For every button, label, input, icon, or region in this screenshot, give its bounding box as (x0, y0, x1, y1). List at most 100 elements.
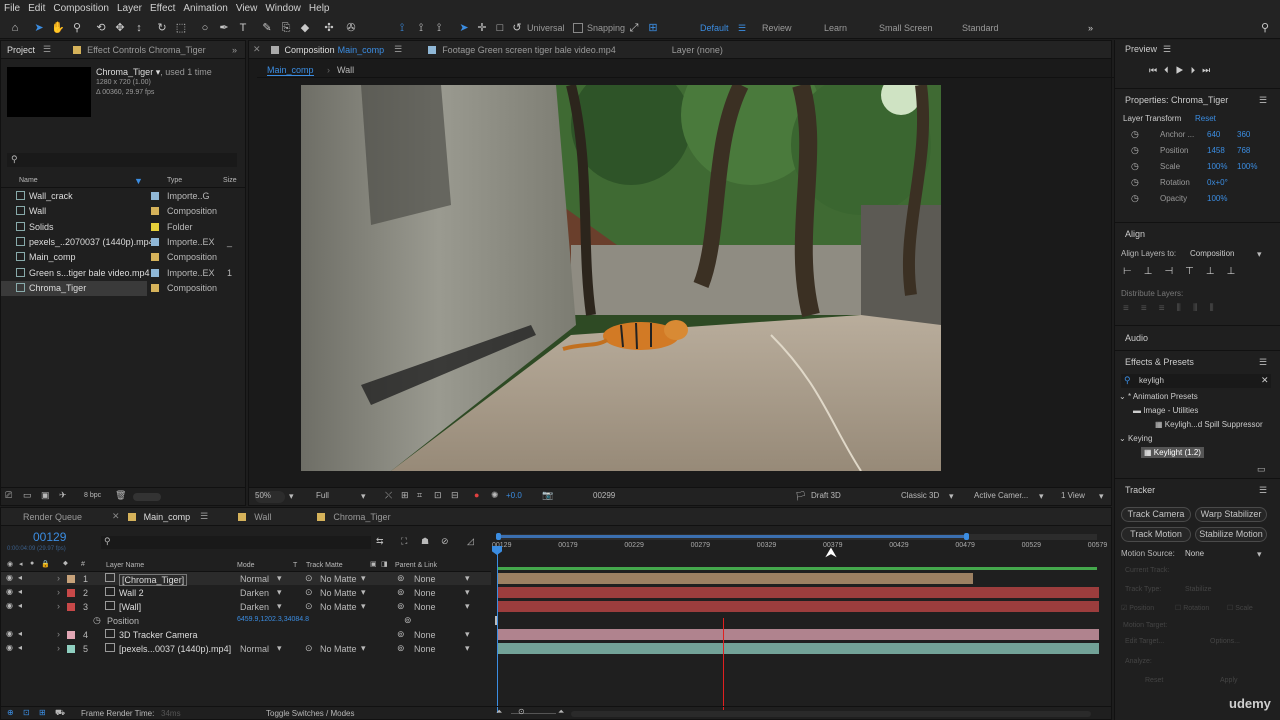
video-switch-icon[interactable]: ◉ (7, 560, 13, 568)
distribute-right-icon[interactable]: ⦀ (1209, 303, 1225, 314)
col-parent[interactable]: Parent & Link (395, 562, 437, 569)
prop-value-x[interactable]: 100% (1207, 162, 1227, 171)
dolly-camera-icon[interactable]: ↕ (132, 21, 146, 35)
distribute-bottom-icon[interactable]: ≡ (1159, 303, 1177, 314)
orbit-camera-icon[interactable]: ⟲ (94, 21, 108, 35)
col-size[interactable]: Size (223, 177, 237, 184)
distribute-top-icon[interactable]: ≡ (1123, 303, 1141, 314)
region-of-interest-icon[interactable]: ⊡ (434, 490, 442, 501)
eye-icon[interactable]: ◉ (6, 629, 13, 638)
menu-icon[interactable]: ☰ (43, 44, 51, 55)
layer-row[interactable]: ◉ ◂ › 1 [Chroma_Tiger] Normal ▾ ⊙ No Matte ▾ ⊚… (1, 572, 491, 586)
tab-render-queue[interactable]: Render Queue (23, 512, 82, 522)
project-scroll[interactable] (133, 493, 161, 501)
layer-parent[interactable]: None (414, 602, 436, 612)
3d-select-icon[interactable]: ➤ (457, 21, 471, 35)
stabilize-motion-button[interactable]: Stabilize Motion (1195, 527, 1267, 542)
menu-view[interactable]: View (236, 3, 258, 14)
distribute-vcenter-icon[interactable]: ≡ (1141, 303, 1159, 314)
pan-behind-icon[interactable]: ⬚ (174, 21, 188, 35)
project-item[interactable]: Main_comp Composition (1, 250, 245, 265)
close-tab-icon[interactable]: ✕ (112, 511, 120, 522)
search-help-icon[interactable]: ⚲ (1258, 21, 1272, 35)
layer-parent[interactable]: None (414, 588, 436, 598)
pan-camera-icon[interactable]: ✥ (113, 21, 127, 35)
matte-link-icon[interactable]: ⊙ (305, 643, 313, 654)
col-track-matte[interactable]: Track Matte (306, 562, 343, 569)
stopwatch-icon[interactable]: ◷ (93, 615, 101, 626)
reset-button[interactable]: Reset (1145, 677, 1163, 684)
workspace-small-screen[interactable]: Small Screen (879, 23, 933, 33)
prop-value-y[interactable]: 360 (1237, 130, 1250, 139)
tree-image-utilities[interactable]: ▬ Image - Utilities (1133, 406, 1198, 415)
stopwatch-icon[interactable]: ◷ (1131, 161, 1139, 172)
expand-arrow-icon[interactable]: › (57, 643, 60, 653)
rotate-tool-icon[interactable]: ↻ (155, 21, 169, 35)
reset-link[interactable]: Reset (1195, 114, 1216, 123)
layer-row[interactable]: ◉ ◂ › 4 3D Tracker Camera ⊚ None ▾ (1, 628, 491, 641)
tree-keylight-effect[interactable]: ▦ Keylight (1.2) (1141, 447, 1204, 458)
prop-value-x[interactable]: 0x+0° (1207, 178, 1228, 187)
zoom-out-icon[interactable]: ⏶ (496, 707, 502, 717)
last-frame-icon[interactable]: ⏭ (1202, 65, 1217, 75)
speaker-icon[interactable]: ◂ (18, 601, 22, 610)
views-select[interactable]: 1 View (1061, 491, 1085, 500)
camera-dropdown-icon[interactable]: ▾ (1039, 491, 1044, 502)
align-hcenter-icon[interactable]: ⊥ (1144, 266, 1165, 277)
properties-menu-icon[interactable]: ☰ (1259, 95, 1267, 106)
workspace-menu-icon[interactable]: ☰ (738, 23, 746, 34)
viewer-timecode[interactable]: 00299 (593, 491, 615, 500)
transparency-grid-icon[interactable]: ⊞ (401, 490, 409, 501)
effects-search-input[interactable]: ⚲ keyligh ✕ (1121, 374, 1271, 388)
clone-stamp-icon[interactable]: ⎘ (279, 21, 293, 35)
stopwatch-icon[interactable]: ◷ (1131, 177, 1139, 188)
expand-timing-icon[interactable]: ⊞ (39, 708, 46, 717)
renderer-dropdown-icon[interactable]: ▾ (949, 491, 954, 502)
lock-switch-icon[interactable]: 🔒 (41, 560, 50, 568)
snapshot-icon[interactable]: 📷 (542, 490, 553, 501)
menu-edit[interactable]: Edit (28, 3, 45, 14)
eye-icon[interactable]: ◉ (6, 601, 13, 610)
layer-parent[interactable]: None (414, 574, 436, 584)
prev-frame-icon[interactable]: ⏴ (1164, 65, 1176, 75)
apply-button[interactable]: Apply (1220, 677, 1238, 684)
tab-composition[interactable]: Composition (285, 45, 335, 55)
menu-help[interactable]: Help (309, 3, 330, 14)
color-management-icon[interactable]: ✺ (491, 490, 499, 501)
panel-overflow-icon[interactable]: » (232, 45, 237, 55)
render-time-icon[interactable]: ⛟ (55, 708, 65, 718)
position-pickwhip-icon[interactable]: ⊚ (404, 615, 412, 626)
parent-pickwhip-icon[interactable]: ⊚ (397, 573, 405, 584)
zoom-handle-icon[interactable]: ⊙ (518, 707, 525, 716)
workspace-review[interactable]: Review (762, 23, 792, 33)
mode-dropdown-icon[interactable]: ▾ (277, 573, 282, 584)
speaker-icon[interactable]: ◂ (18, 629, 22, 638)
layer-label-color[interactable] (67, 645, 75, 653)
eye-icon[interactable]: ◉ (6, 573, 13, 582)
layer-mode[interactable]: Darken (240, 588, 269, 598)
layer-track-matte[interactable]: No Matte (320, 602, 357, 612)
layer-bar[interactable] (497, 643, 1099, 654)
mask-visibility-icon[interactable]: ⌗ (417, 490, 422, 501)
graph-editor-icon[interactable]: ◿ (467, 536, 474, 547)
tab-main-comp[interactable]: Main_comp (144, 512, 191, 522)
align-left-icon[interactable]: ⊢ (1123, 266, 1144, 277)
tree-keylight-preset[interactable]: ▦ Keyligh...d Spill Suppressor (1155, 420, 1263, 429)
warp-stabilizer-button[interactable]: Warp Stabilizer (1195, 507, 1267, 522)
stopwatch-icon[interactable]: ◷ (1131, 145, 1139, 156)
selection-tool-icon[interactable]: ➤ (32, 21, 46, 35)
distribute-left-icon[interactable]: ⦀ (1177, 303, 1193, 314)
clear-search-icon[interactable]: ✕ (1261, 375, 1269, 386)
layer-parent[interactable]: None (414, 644, 436, 654)
prop-value-y[interactable]: 768 (1237, 146, 1250, 155)
position-value[interactable]: 6459.9,1202.3,34084.8 (237, 616, 309, 623)
world-axis-icon[interactable]: ⟟ (414, 21, 428, 35)
pen-tool-icon[interactable]: ✒ (217, 21, 231, 35)
tab-footage[interactable]: Footage Green screen tiger bale video.mp… (442, 45, 616, 55)
fast-previews-icon[interactable]: ⤬ (385, 490, 392, 501)
3d-rotate-icon[interactable]: ↺ (510, 21, 524, 35)
solo-switch-icon[interactable]: ● (30, 560, 34, 567)
zoom-value[interactable]: 50% (255, 491, 271, 500)
matte-dropdown-icon[interactable]: ▾ (361, 601, 366, 612)
time-ruler[interactable]: 00129 00179 00229 00279 00329 00379 00429 00479… (492, 532, 1107, 574)
